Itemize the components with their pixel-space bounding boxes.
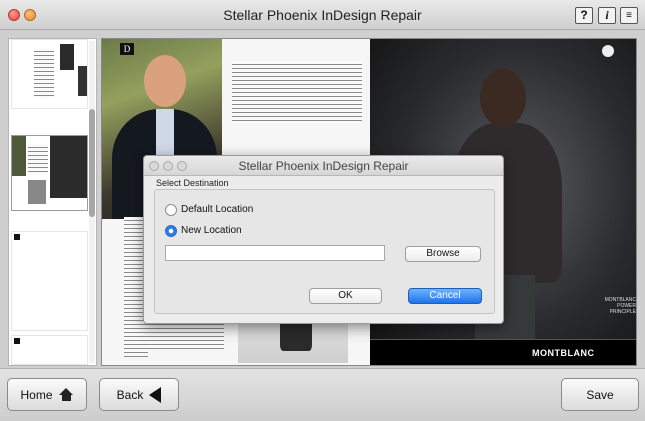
brand-logo: MONTBLANC <box>532 348 595 358</box>
thumbnails-scrollbar-thumb[interactable] <box>89 109 95 217</box>
browse-button[interactable]: Browse <box>405 246 481 262</box>
thumbnail-photo <box>78 66 87 96</box>
page-thumbnail-selected[interactable] <box>11 135 88 211</box>
save-button-label: Save <box>586 387 614 402</box>
destination-group: Default Location New Location Browse OK … <box>154 189 495 314</box>
brand-caption: MONTBLANC POWER PRINCIPLE <box>590 297 636 315</box>
thumbnail-text <box>28 144 48 174</box>
page-thumbnail[interactable] <box>11 39 88 109</box>
home-icon <box>58 388 74 401</box>
save-button[interactable]: Save <box>561 378 639 411</box>
select-destination-dialog: Stellar Phoenix InDesign Repair Select D… <box>143 155 504 324</box>
thumbnail-photo <box>12 136 26 176</box>
home-button-label: Home <box>20 387 53 402</box>
brand-caption-line: POWER PRINCIPLE <box>609 303 636 315</box>
thumbnail-photo <box>60 44 74 70</box>
page-badge: D <box>120 43 134 55</box>
info-icon[interactable]: i <box>598 7 616 24</box>
list-icon[interactable]: ≡ <box>620 7 638 24</box>
back-arrow-icon <box>149 386 162 403</box>
article-text <box>232 61 362 123</box>
help-icon[interactable]: ? <box>575 7 593 24</box>
photo-figure <box>480 69 526 127</box>
brand-footer: MONTBLANC <box>370 339 636 365</box>
back-button[interactable]: Back <box>99 378 179 411</box>
cancel-button[interactable]: Cancel <box>408 288 482 304</box>
ok-button[interactable]: OK <box>309 288 382 304</box>
new-location-radio[interactable] <box>165 225 177 237</box>
dialog-title: Stellar Phoenix InDesign Repair <box>238 159 409 173</box>
default-location-label[interactable]: Default Location <box>181 204 253 215</box>
home-button[interactable]: Home <box>7 378 87 411</box>
thumbnail-text <box>34 48 54 98</box>
thumbnail-photo <box>50 136 87 198</box>
content-area: D MONTBLANC POWER PRINCIPLE MONTBLANC St… <box>0 30 645 368</box>
back-button-label: Back <box>116 387 144 402</box>
brand-emblem-icon <box>602 45 614 57</box>
thumbnail-mark <box>14 234 20 240</box>
default-location-radio[interactable] <box>165 204 177 216</box>
page-thumbnail[interactable] <box>11 231 88 331</box>
thumbnail-mark <box>14 338 20 344</box>
group-label: Select Destination <box>156 178 229 188</box>
destination-path-input[interactable] <box>165 245 385 261</box>
thumbnail-photo <box>28 180 46 204</box>
dialog-title-bar: Stellar Phoenix InDesign Repair <box>144 156 503 176</box>
bottom-toolbar: Home Back Save <box>0 368 645 421</box>
page-thumbnails-panel <box>8 38 97 366</box>
window-title: Stellar Phoenix InDesign Repair <box>223 7 422 23</box>
page-thumbnail[interactable] <box>11 335 88 365</box>
new-location-label[interactable]: New Location <box>181 225 242 236</box>
photo-figure <box>144 55 186 107</box>
photo-figure <box>156 109 174 159</box>
title-bar: Stellar Phoenix InDesign Repair ? i ≡ <box>0 0 645 30</box>
